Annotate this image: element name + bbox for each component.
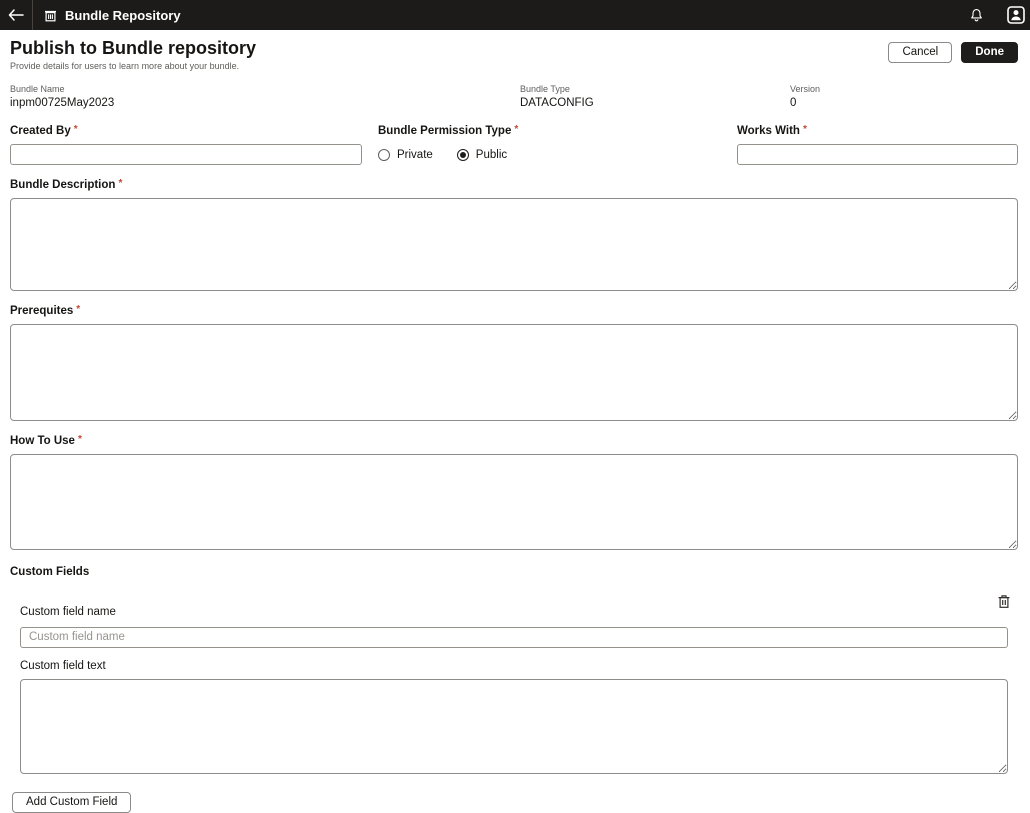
- bundle-permission-label-text: Bundle Permission Type: [378, 124, 512, 137]
- form-row: Created By * Bundle Permission Type * Priv…: [10, 124, 1018, 165]
- prerequites-label-text: Prerequites: [10, 304, 74, 317]
- required-asterisk: *: [802, 123, 807, 135]
- radio-public[interactable]: Public: [456, 148, 508, 161]
- bundle-description-label-text: Bundle Description: [10, 178, 116, 191]
- bundle-type-label: Bundle Type: [520, 83, 570, 94]
- bundle-type-value: DATACONFIG: [520, 96, 594, 109]
- radio-private[interactable]: Private: [378, 148, 433, 161]
- how-to-use-label-text: How To Use: [10, 434, 75, 447]
- custom-field-text-textarea[interactable]: [20, 678, 1008, 774]
- how-to-use-label: How To Use *: [10, 434, 1018, 447]
- how-to-use-field: How To Use *: [10, 434, 1018, 550]
- delete-custom-field-button[interactable]: [997, 594, 1011, 609]
- bundle-description-field: Bundle Description *: [10, 178, 1018, 291]
- back-arrow-icon: [8, 9, 24, 21]
- prerequites-textarea[interactable]: [10, 323, 1018, 421]
- created-by-label-text: Created By: [10, 124, 71, 137]
- version-label: Version: [790, 83, 821, 94]
- page-header: Publish to Bundle repository Provide det…: [10, 39, 1018, 71]
- done-button[interactable]: Done: [961, 42, 1018, 63]
- works-with-input[interactable]: [737, 143, 1018, 165]
- required-asterisk: *: [73, 123, 78, 135]
- prerequites-label: Prerequites *: [10, 304, 1018, 317]
- topbar-title: Bundle Repository: [65, 7, 181, 23]
- bell-icon: [970, 8, 983, 23]
- readonly-summary-row: Bundle Name inpm00725May2023 Bundle Type…: [10, 84, 1018, 109]
- user-menu-button[interactable]: [1007, 6, 1025, 24]
- required-asterisk: *: [514, 123, 519, 135]
- bundle-type-field: Bundle Type DATACONFIG: [520, 84, 790, 109]
- version-field: Version 0: [790, 84, 1018, 109]
- notifications-button[interactable]: [970, 8, 983, 23]
- bundle-name-label: Bundle Name: [10, 83, 65, 94]
- required-asterisk: *: [76, 303, 81, 315]
- created-by-field: Created By *: [10, 124, 378, 165]
- version-value: 0: [790, 96, 797, 109]
- bundle-permission-radio-group: Private Public: [378, 148, 737, 161]
- add-custom-field-button[interactable]: Add Custom Field: [12, 791, 132, 813]
- custom-field-name-input[interactable]: [20, 626, 1008, 648]
- bundle-description-label: Bundle Description *: [10, 178, 1018, 191]
- custom-field-text-label: Custom field text: [20, 659, 106, 672]
- cancel-button[interactable]: Cancel: [888, 42, 953, 63]
- topbar: Bundle Repository: [0, 0, 1030, 30]
- radio-public-circle: [456, 148, 469, 161]
- header-actions: Cancel Done: [888, 42, 1018, 63]
- custom-fields-heading: Custom Fields: [10, 565, 90, 578]
- page-title-block: Publish to Bundle repository Provide det…: [10, 39, 256, 71]
- created-by-input[interactable]: [10, 143, 362, 165]
- radio-private-label: Private: [397, 148, 433, 161]
- custom-field-card: Custom field name Custom field text: [20, 595, 1010, 774]
- custom-field-name-label: Custom field name: [20, 605, 116, 618]
- trash-icon: [997, 594, 1011, 609]
- required-asterisk: *: [77, 433, 82, 445]
- works-with-label-text: Works With: [737, 124, 800, 137]
- page-subtitle: Provide details for users to learn more …: [10, 60, 240, 71]
- bundle-name-value: inpm00725May2023: [10, 96, 115, 109]
- how-to-use-textarea[interactable]: [10, 453, 1018, 550]
- radio-public-label: Public: [475, 148, 508, 161]
- radio-private-circle: [378, 148, 390, 161]
- bundle-permission-label: Bundle Permission Type *: [378, 124, 737, 137]
- page-title: Publish to Bundle repository: [10, 38, 257, 58]
- works-with-field: Works With *: [737, 124, 1018, 165]
- bundle-repository-icon: [44, 9, 57, 22]
- bundle-description-textarea[interactable]: [10, 197, 1018, 291]
- bundle-name-field: Bundle Name inpm00725May2023: [10, 84, 520, 109]
- required-asterisk: *: [118, 177, 123, 189]
- bundle-permission-field: Bundle Permission Type * Private Public: [378, 124, 737, 165]
- person-avatar-icon: [1007, 6, 1025, 24]
- works-with-label: Works With *: [737, 124, 1018, 137]
- prerequites-field: Prerequites *: [10, 304, 1018, 421]
- publish-form: Publish to Bundle repository Provide det…: [0, 39, 1030, 813]
- created-by-label: Created By *: [10, 124, 378, 137]
- back-button[interactable]: [0, 0, 33, 30]
